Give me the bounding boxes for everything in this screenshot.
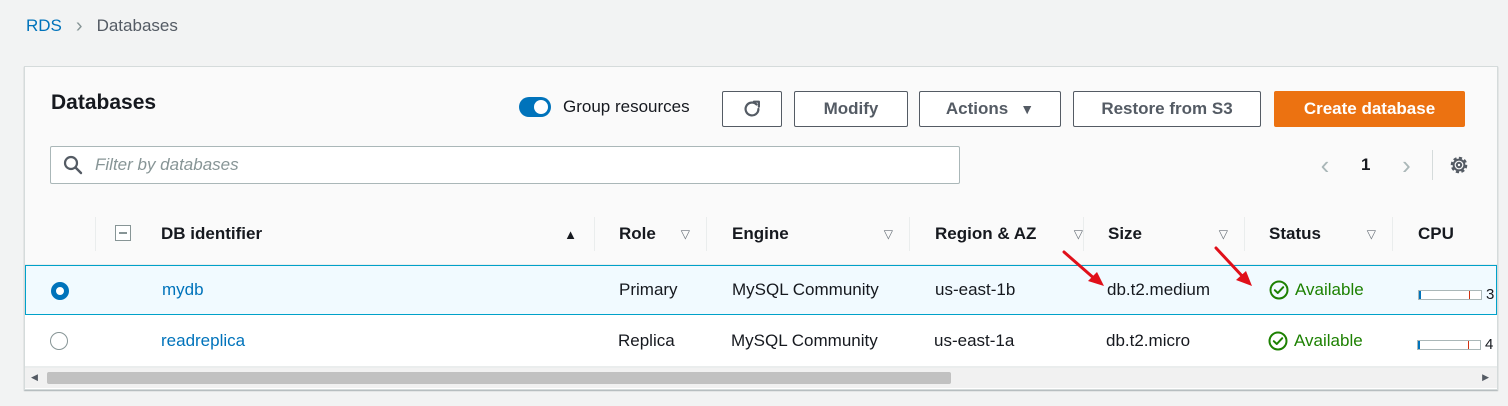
region-cell: us-east-1a — [934, 331, 1015, 350]
column-engine[interactable]: Engine ▽ — [732, 204, 909, 264]
sort-desc-icon: ▽ — [1073, 227, 1083, 241]
column-divider — [706, 217, 707, 251]
group-resources-toggle[interactable]: Group resources — [519, 97, 690, 117]
db-identifier-link[interactable]: mydb — [162, 266, 204, 314]
refresh-button[interactable] — [722, 91, 782, 127]
cpu-meter: 3 — [1418, 286, 1494, 303]
select-all-checkbox[interactable] — [115, 225, 131, 241]
sort-desc-icon: ▽ — [883, 227, 893, 241]
sort-asc-icon: ▲ — [564, 226, 577, 242]
create-database-button[interactable]: Create database — [1274, 91, 1465, 127]
page-title: Databases — [51, 91, 157, 114]
column-status[interactable]: Status ▽ — [1269, 204, 1392, 264]
search-field[interactable] — [50, 146, 960, 184]
check-circle-icon — [1268, 331, 1288, 351]
table-header: DB identifier ▲ Role ▽ Engine ▽ Region &… — [25, 204, 1497, 265]
column-divider — [909, 217, 910, 251]
size-cell: db.t2.micro — [1106, 331, 1191, 350]
table-row[interactable]: readreplica Replica MySQL Community us-e… — [25, 316, 1497, 367]
search-icon — [63, 155, 83, 175]
breadcrumb-rds-link[interactable]: RDS — [26, 16, 62, 36]
check-circle-icon — [1269, 280, 1289, 300]
scroll-right-icon[interactable]: ▶ — [1482, 372, 1489, 383]
cpu-value: 4 — [1485, 336, 1494, 353]
table-row[interactable]: mydb Primary MySQL Community us-east-1b … — [25, 265, 1497, 315]
role-cell: Primary — [619, 280, 678, 299]
size-cell: db.t2.medium — [1107, 280, 1210, 299]
panel-header: Databases Group resources Modify Actions… — [25, 67, 1497, 205]
sort-desc-icon: ▽ — [1218, 227, 1228, 241]
status-badge: Available — [1268, 316, 1363, 366]
refresh-icon — [744, 100, 760, 117]
group-resources-label: Group resources — [563, 97, 690, 116]
column-size[interactable]: Size ▽ — [1108, 204, 1244, 264]
page-number[interactable]: 1 — [1361, 155, 1370, 175]
region-cell: us-east-1b — [935, 280, 1016, 299]
row-radio-button[interactable] — [51, 282, 69, 300]
pagination: ‹ 1 › — [1315, 150, 1434, 180]
role-cell: Replica — [618, 331, 675, 350]
chevron-right-icon[interactable]: › — [1396, 152, 1416, 178]
chevron-right-icon: › — [75, 15, 83, 37]
scroll-left-icon[interactable]: ◀ — [31, 372, 38, 383]
horizontal-scrollbar[interactable]: ◀ ▶ — [25, 367, 1497, 388]
toggle-switch[interactable] — [519, 97, 551, 117]
actions-label: Actions — [945, 99, 1009, 118]
gear-icon[interactable] — [1447, 153, 1471, 177]
breadcrumb: RDS › Databases — [26, 16, 178, 36]
column-divider — [594, 217, 595, 251]
status-badge: Available — [1269, 266, 1364, 314]
cpu-meter: 4 — [1417, 336, 1493, 353]
sort-desc-icon: ▽ — [680, 227, 690, 241]
modify-button[interactable]: Modify — [794, 91, 908, 127]
cpu-value: 3 — [1486, 286, 1495, 303]
column-region-az[interactable]: Region & AZ ▽ — [935, 204, 1083, 264]
chevron-left-icon[interactable]: ‹ — [1315, 152, 1335, 178]
column-db-identifier[interactable]: DB identifier ▲ — [161, 204, 593, 264]
sort-desc-icon: ▽ — [1366, 227, 1376, 241]
search-input[interactable] — [93, 154, 937, 176]
restore-from-s3-button[interactable]: Restore from S3 — [1073, 91, 1261, 127]
column-divider — [1083, 217, 1084, 251]
scrollbar-thumb[interactable] — [47, 372, 951, 384]
engine-cell: MySQL Community — [731, 331, 878, 350]
caret-down-icon: ▼ — [1020, 101, 1035, 117]
breadcrumb-current: Databases — [96, 16, 178, 35]
column-divider — [1392, 217, 1393, 251]
pager-divider — [1432, 150, 1434, 180]
databases-panel: Databases Group resources Modify Actions… — [24, 66, 1498, 390]
column-divider — [95, 217, 96, 251]
engine-cell: MySQL Community — [732, 280, 879, 299]
column-role[interactable]: Role ▽ — [619, 204, 706, 264]
db-identifier-link[interactable]: readreplica — [161, 316, 245, 366]
row-radio-button[interactable] — [50, 332, 68, 350]
actions-dropdown[interactable]: Actions ▼ — [919, 91, 1061, 127]
column-divider — [1244, 217, 1245, 251]
column-cpu[interactable]: CPU — [1418, 204, 1497, 264]
